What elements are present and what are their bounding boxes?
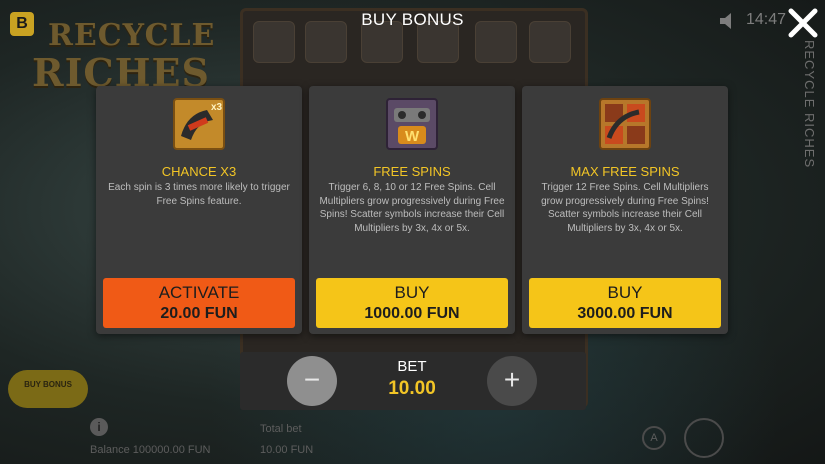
option-description: Each spin is 3 times more likely to trig… [108,182,290,207]
button-price: 20.00 FUN [160,305,238,322]
svg-text:x3: x3 [211,102,223,113]
plus-icon: + [503,364,521,395]
total-bet-label: Total bet [260,423,302,435]
autoplay-button: A [642,426,666,450]
option-description: Trigger 6, 8, 10 or 12 Free Spins. Cell … [319,182,505,234]
option-title: CHANCE X3 [161,164,237,179]
info-icon: i [90,418,108,436]
button-price: 3000.00 FUN [577,305,673,322]
minus-icon: − [303,364,321,395]
button-price: 1000.00 FUN [364,305,460,322]
max-free-spins-icon [599,98,651,150]
side-game-title: RECYCLE RICHES [802,40,817,169]
button-label: ACTIVATE [158,283,240,302]
buy-free-spins-button[interactable]: BUY 1000.00 FUN [316,278,508,328]
option-title: FREE SPINS [373,164,451,179]
balance-text: Balance 100000.00 FUN [90,444,211,456]
button-label: BUY [394,283,430,302]
chance-x3-icon: x3 [173,98,225,150]
option-card-max-free-spins: MAX FREE SPINS Trigger 12 Free Spins. Ce… [522,86,728,334]
popup-title: BUY BONUS [361,10,464,29]
total-bet-value: 10.00 FUN [260,444,314,456]
activate-chance-x3-button[interactable]: ACTIVATE 20.00 FUN [103,278,295,328]
bet-label: BET [397,358,427,375]
buy-max-free-spins-button[interactable]: BUY 3000.00 FUN [529,278,721,328]
option-card-free-spins: W FREE SPINS Trigger 6, 8, 10 or 12 Free… [309,86,515,334]
decrease-bet-button[interactable]: − [287,356,337,406]
option-title: MAX FREE SPINS [570,164,680,179]
option-description: Trigger 12 Free Spins. Cell Multipliers … [541,182,709,234]
svg-text:W: W [405,128,420,145]
bet-value: 10.00 [388,378,436,399]
free-spins-icon: W [386,98,438,150]
increase-bet-button[interactable]: + [487,356,537,406]
buy-bonus-chip: BUY BONUS [8,370,88,408]
spin-button [684,418,724,458]
option-card-chance-x3: x3 CHANCE X3 Each spin is 3 times more l… [96,86,302,334]
button-label: BUY [607,283,643,302]
